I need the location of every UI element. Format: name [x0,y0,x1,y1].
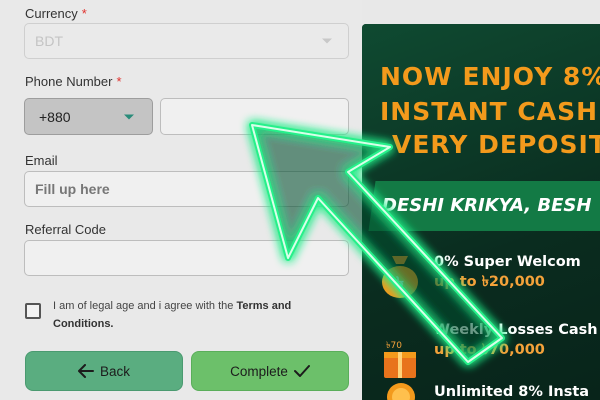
terms-checkbox[interactable] [25,303,41,319]
complete-button[interactable]: Complete [191,351,349,391]
checkmark-icon [293,365,310,377]
promo-banner[interactable]: NOW ENJOY 8% INSTANT CASH VERY DEPOSIT D… [362,24,600,400]
referral-label: Referral Code [25,222,106,237]
country-code-value: +880 [39,108,71,125]
referral-code-input[interactable] [24,240,349,276]
gift-box-icon: ৳70 [384,341,416,378]
arrow-left-icon [77,364,94,378]
currency-select[interactable]: BDT [24,23,349,59]
email-placeholder: Fill up here [35,181,110,197]
terms-text: I am of legal age and i agree with the T… [53,300,292,330]
svg-text:৳70: ৳70 [386,341,402,351]
phone-number-input[interactable] [160,98,349,135]
svg-text:৳: ৳ [396,273,404,292]
coin-icon [387,383,415,400]
banner-headline-3: VERY DEPOSIT [392,130,600,159]
money-bag-icon: ৳ [382,256,418,298]
registration-form: Currency * BDT Phone Number * +880 Email F… [0,0,362,400]
back-button[interactable]: Back [25,351,183,391]
promo-item: Weekly Losses Cash up to ৳70,000 [434,322,598,358]
email-label: Email [25,153,58,168]
phone-label: Phone Number * [25,74,122,89]
currency-value: BDT [35,33,63,49]
currency-label: Currency * [25,6,87,21]
banner-headline-2: INSTANT CASH [380,97,598,126]
promo-item: 0% Super Welcom up to ৳20,000 [434,254,581,290]
email-input[interactable]: Fill up here [24,171,349,207]
promo-item: Unlimited 8% Insta [434,384,590,400]
banner-headline-1: NOW ENJOY 8% [380,62,600,91]
banner-strip-text: DESHI KRIKYA, BESH [382,195,592,216]
country-code-select[interactable]: +880 [24,98,153,135]
chevron-down-icon [124,114,134,119]
chevron-down-icon [322,38,332,44]
